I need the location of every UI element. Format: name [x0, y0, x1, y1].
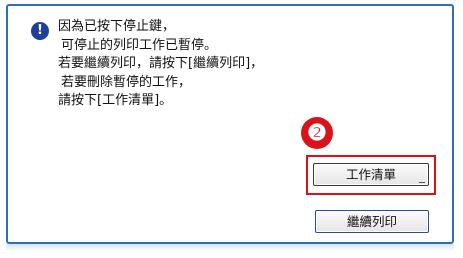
button-grip-icon: [419, 182, 425, 183]
step-number-badge: ❷: [301, 117, 333, 149]
message-line: 因為已按下停止鍵，: [58, 19, 176, 34]
message-line: 若要繼續列印，請按下[繼續列印]，: [58, 56, 264, 71]
message-line: 請按下[工作清單]。: [58, 93, 173, 108]
message-line: 若要刪除暫停的工作，: [61, 74, 192, 90]
info-icon: !: [31, 22, 49, 40]
continue-print-button[interactable]: 繼續列印: [315, 210, 429, 233]
job-list-button-label: 工作清單: [345, 167, 396, 182]
continue-print-button-label: 繼續列印: [346, 214, 397, 229]
dialog-message: 因為已按下停止鍵， 可停止的列印工作已暫停。 若要繼續列印，請按下[繼續列印]，…: [58, 18, 263, 111]
dialog-shadow: [6, 244, 454, 251]
message-line: 可停止的列印工作已暫停。: [61, 37, 218, 53]
job-list-button[interactable]: 工作清單: [313, 163, 429, 186]
